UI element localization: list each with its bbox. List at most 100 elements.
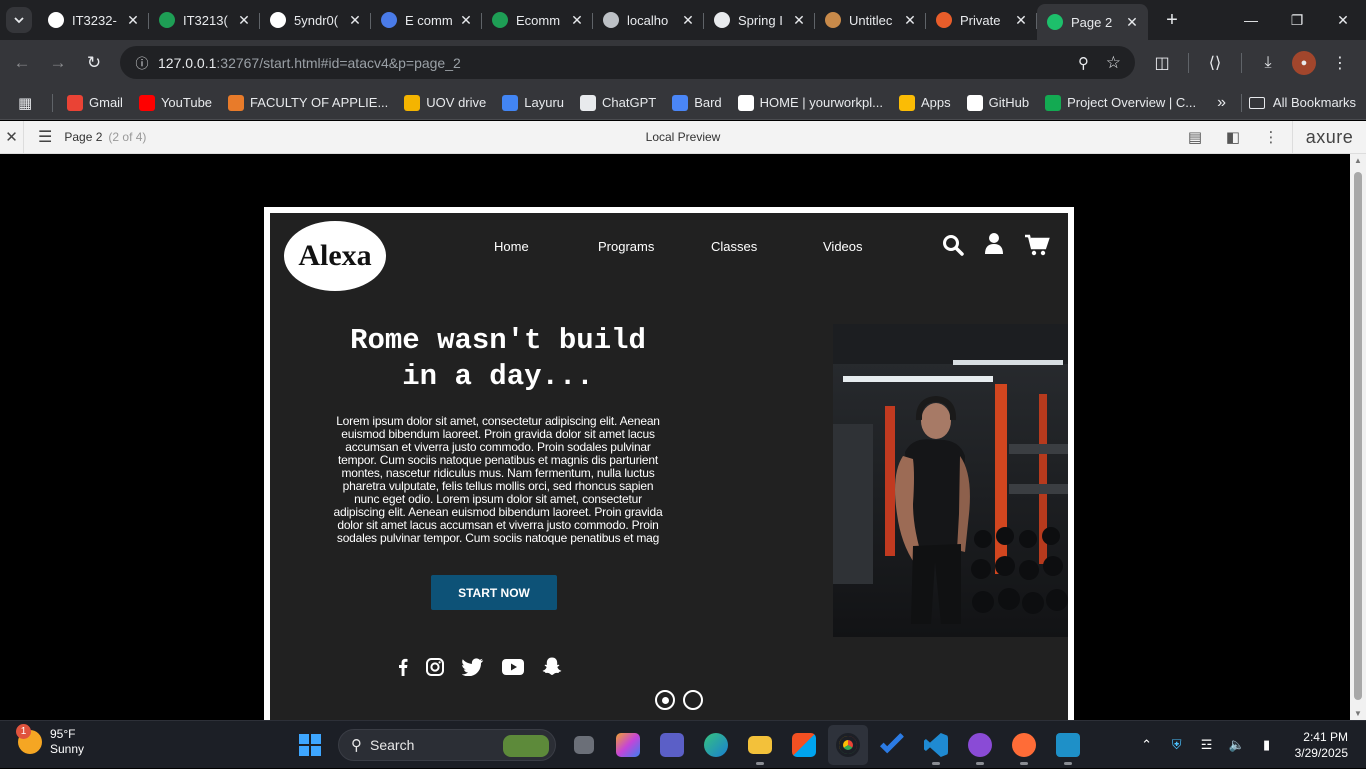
scroll-up-icon[interactable]: ▲ [1350,156,1366,165]
bookmark-item[interactable]: Bard [672,94,722,111]
tab-search-button[interactable] [6,7,32,33]
close-tab-icon[interactable]: ✕ [458,12,474,29]
browser-tab[interactable]: E comm ✕ [371,4,482,36]
close-tab-icon[interactable]: ✕ [1124,14,1140,31]
security-shield-icon[interactable]: ⛨ [1165,737,1189,753]
vscode-icon[interactable] [916,725,956,765]
forward-button[interactable]: → [40,45,76,81]
sitemap-menu-icon[interactable]: ☰ [38,127,52,147]
nav-programs[interactable]: Programs [598,239,654,254]
minimize-button[interactable]: — [1228,0,1274,40]
store-icon[interactable] [784,725,824,765]
new-tab-button[interactable]: + [1160,9,1184,32]
volume-icon[interactable]: 🔈 [1225,737,1249,753]
reload-button[interactable]: ↻ [76,45,112,81]
battery-icon[interactable]: ▮ [1255,737,1279,753]
nav-classes[interactable]: Classes [711,239,757,254]
notes-icon[interactable]: ▤ [1176,128,1214,146]
nav-home[interactable]: Home [494,239,529,254]
bookmark-item[interactable]: Project Overview | C... [1045,94,1196,111]
bookmark-item[interactable]: Layuru [502,94,564,111]
copilot-icon[interactable] [608,725,648,765]
zoom-icon[interactable]: ⚲ [1078,54,1089,72]
snapchat-icon[interactable] [542,657,562,676]
edge-icon[interactable] [696,725,736,765]
wifi-icon[interactable]: ☲ [1195,737,1219,753]
apps-launcher-icon[interactable]: ▦ [18,94,38,112]
devtools-icon[interactable]: ⟨⟩ [1197,53,1233,73]
bookmark-item[interactable]: Gmail [67,94,123,111]
bookmark-item[interactable]: GitHub [966,94,1029,111]
back-button[interactable]: ← [4,45,40,81]
bookmark-item[interactable]: UOV drive [404,94,486,111]
weather-widget[interactable]: 1 95°F Sunny [16,724,84,757]
facebook-icon[interactable] [398,658,408,676]
start-button[interactable] [290,725,330,765]
scroll-thumb[interactable] [1354,172,1362,700]
site-logo[interactable]: Alexa [284,221,386,291]
profile-avatar[interactable]: ● [1286,51,1322,75]
instagram-icon[interactable] [426,657,444,676]
system-clock[interactable]: 2:41 PM 3/29/2025 [1295,729,1348,761]
browser-tab[interactable]: 5yndr0(✕ [260,4,371,36]
file-explorer-icon[interactable] [740,725,780,765]
browser-tab[interactable]: Page 2 ✕ [1037,4,1148,40]
scroll-down-icon[interactable]: ▼ [1350,709,1366,718]
task-view-icon[interactable] [564,725,604,765]
close-tab-icon[interactable]: ✕ [791,12,807,29]
browser-tab[interactable]: localho ✕ [593,4,704,36]
github-desktop-icon[interactable] [960,725,1000,765]
close-tab-icon[interactable]: ✕ [902,12,918,29]
close-sitemap-icon[interactable]: ✕ [0,120,24,154]
search-icon[interactable] [941,233,965,257]
carousel-dot-2[interactable] [683,690,703,710]
toolbar-divider [1188,53,1189,73]
bookmark-item[interactable]: HOME | yourworkpl... [737,94,883,111]
teams-icon[interactable] [652,725,692,765]
close-tab-icon[interactable]: ✕ [347,12,363,29]
all-bookmarks-button[interactable]: All Bookmarks [1248,95,1356,110]
download-icon[interactable]: ⤓ [1250,54,1286,72]
inspect-icon[interactable]: ◧ [1214,128,1252,146]
bookmark-item[interactable]: YouTube [138,94,212,111]
todo-icon[interactable] [872,725,912,765]
carousel-dot-1[interactable] [655,690,675,710]
close-tab-icon[interactable]: ✕ [569,12,585,29]
bookmark-item[interactable]: ChatGPT [580,94,656,111]
extensions-icon[interactable]: ◫ [1144,53,1180,73]
show-hidden-icons-icon[interactable]: ⌃ [1135,737,1159,753]
page-name[interactable]: Page 2 [64,130,102,144]
close-tab-icon[interactable]: ✕ [125,12,141,29]
page-scrollbar[interactable]: ▲ ▼ [1350,154,1366,720]
restore-button[interactable]: ❐ [1274,0,1320,40]
browser-tab[interactable]: Ecomm ✕ [482,4,593,36]
site-info-icon[interactable]: ⓘ [130,53,154,72]
address-bar[interactable]: ⓘ 127.0.0.1:32767/start.html#id=atacv4&p… [120,46,1135,79]
twitter-icon[interactable] [462,657,484,676]
more-bookmarks-icon[interactable]: » [1217,94,1226,112]
postman-icon[interactable] [1004,725,1044,765]
user-icon[interactable] [982,231,1006,255]
nav-videos[interactable]: Videos [823,239,863,254]
browser-tab[interactable]: IT3213(✕ [149,4,260,36]
close-tab-icon[interactable]: ✕ [680,12,696,29]
browser-tab[interactable]: Private ✕ [926,4,1037,36]
browser-tab[interactable]: Spring I ✕ [704,4,815,36]
url-text[interactable]: 127.0.0.1:32767/start.html#id=atacv4&p=p… [158,55,461,71]
more-options-icon[interactable]: ⋮ [1252,128,1290,146]
menu-kebab-icon[interactable]: ⋮ [1322,53,1358,73]
browser-tab[interactable]: IT3232- ✕ [38,4,149,36]
bookmark-item[interactable]: Apps [898,94,951,111]
taskbar-search[interactable]: ⚲ Search [338,729,556,761]
chrome-icon[interactable] [828,725,868,765]
browser-tab[interactable]: Untitlec ✕ [815,4,926,36]
close-tab-icon[interactable]: ✕ [236,12,252,29]
cart-icon[interactable] [1024,233,1050,257]
bookmark-star-icon[interactable]: ☆ [1106,53,1121,73]
close-tab-icon[interactable]: ✕ [1013,12,1029,29]
xampp-icon[interactable] [1048,725,1088,765]
close-window-button[interactable]: ✕ [1320,0,1366,40]
youtube-icon[interactable] [502,658,524,675]
start-now-button[interactable]: START NOW [431,575,557,610]
bookmark-item[interactable]: FACULTY OF APPLIE... [228,94,388,111]
